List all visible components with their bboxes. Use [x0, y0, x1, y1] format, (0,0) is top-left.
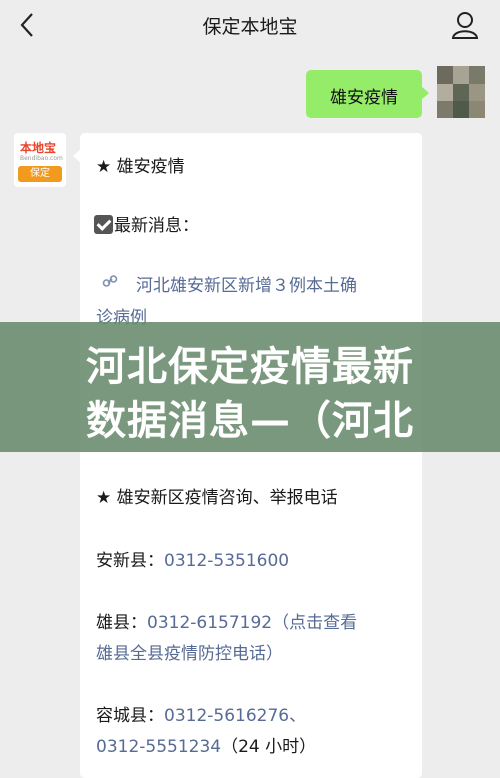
- rongcheng-row2: 0312-5551234（24 小时）: [96, 732, 316, 757]
- title-overlay-banner: 河北保定疫情最新 数据消息—（河北: [0, 322, 500, 452]
- bendibao-avatar[interactable]: 本地宝 Bendibao.com 保定: [14, 133, 66, 187]
- section-heading: ★ 雄安疫情: [96, 157, 185, 177]
- news-link-line1[interactable]: 河北雄安新区新增３例本土确: [136, 271, 357, 296]
- avatar-city-tag: 保定: [18, 166, 62, 182]
- overlay-title-line2: 数据消息—（河北: [86, 398, 414, 444]
- overlay-title-line1: 河北保定疫情最新: [86, 344, 414, 390]
- xiong-note-link-line2[interactable]: 雄县全县疫情防控电话）: [96, 639, 283, 664]
- latest-news-label: 最新消息：: [94, 211, 199, 236]
- hotline-heading: ★ 雄安新区疫情咨询、举报电话: [96, 488, 338, 508]
- page-title: 保定本地宝: [202, 16, 298, 38]
- anxin-row: 安新县：0312-5351600: [96, 546, 289, 571]
- anxin-label: 安新县：: [96, 551, 164, 571]
- top-navigation-bar: 保定本地宝: [0, 0, 500, 50]
- xiong-phone-link[interactable]: 0312-6157192: [147, 613, 272, 633]
- avatar-logo-text: 本地宝: [20, 141, 57, 155]
- checkbox-icon: [94, 215, 113, 234]
- my-message-text: 雄安疫情: [330, 88, 398, 108]
- anxin-phone-link[interactable]: 0312-5351600: [164, 551, 289, 571]
- my-message-bubble[interactable]: 雄安疫情: [306, 70, 429, 118]
- rongcheng-note: （24 小时）: [221, 737, 317, 757]
- xiong-label: 雄县：: [96, 613, 147, 633]
- rongcheng-row: 容城县：0312-5616276、: [96, 701, 306, 726]
- rongcheng-phone1-link[interactable]: 0312-5616276、: [164, 706, 306, 726]
- avatar-subtext: Bendibao.com: [20, 155, 63, 162]
- my-avatar[interactable]: [437, 66, 485, 118]
- user-profile-icon[interactable]: [450, 10, 480, 40]
- reply-message-bubble[interactable]: ★ 雄安疫情 最新消息： 河北雄安新区新增３例本土确 诊病例 ★ 雄安新区疫情咨…: [73, 133, 422, 778]
- xiong-row: 雄县：0312-6157192（点击查看: [96, 608, 357, 633]
- rongcheng-phone2-link[interactable]: 0312-5551234: [96, 737, 221, 757]
- xiong-note-link[interactable]: （点击查看: [272, 613, 357, 633]
- rongcheng-label: 容城县：: [96, 706, 164, 726]
- link-icon: [102, 275, 118, 287]
